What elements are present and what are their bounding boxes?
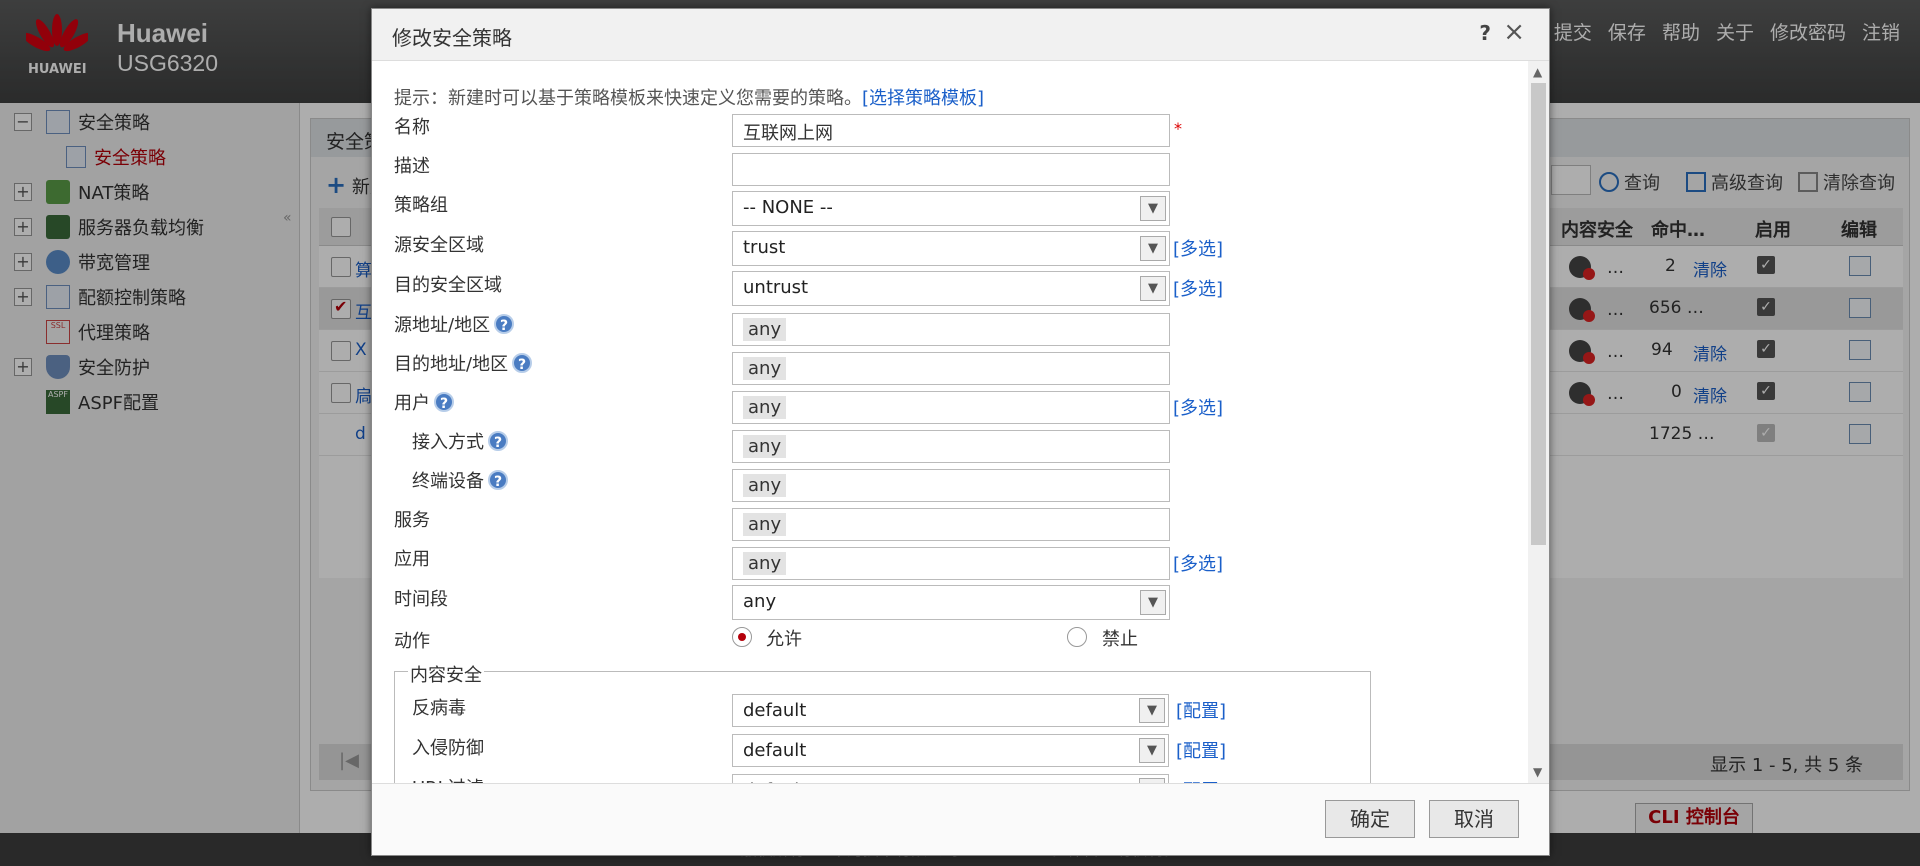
service-input[interactable]: any [732, 508, 1170, 541]
access-label: 接入方式? [412, 428, 508, 454]
scroll-down-icon[interactable]: ▼ [1533, 765, 1542, 779]
user-label-text: 用户 [394, 393, 430, 414]
ips-select[interactable]: default ▼ [732, 734, 1169, 767]
ips-label: 入侵防御 [412, 738, 484, 759]
dialog-title: 修改安全策略 [392, 26, 512, 50]
allow-radio[interactable] [732, 627, 752, 647]
dst-addr-input[interactable]: any [732, 352, 1170, 385]
dst-zone-multi-link[interactable]: [多选] [1173, 275, 1223, 301]
src-addr-label: 源地址/地区? [394, 311, 515, 337]
antivirus-label: 反病毒 [412, 698, 466, 719]
user-multi-link[interactable]: [多选] [1173, 394, 1223, 420]
select-template-link[interactable]: [选择策略模板] [862, 88, 984, 109]
allow-label: 允许 [766, 629, 802, 650]
action-label: 动作 [394, 631, 430, 652]
antivirus-select[interactable]: default ▼ [732, 694, 1169, 727]
dialog-header: 修改安全策略 ? × [372, 9, 1549, 61]
user-label: 用户? [394, 389, 454, 415]
app-multi-link[interactable]: [多选] [1173, 550, 1223, 576]
name-input[interactable]: 互联网上网 [732, 114, 1170, 147]
access-input[interactable]: any [732, 430, 1170, 463]
app-label: 应用 [394, 549, 430, 570]
edit-security-policy-dialog: 修改安全策略 ? × 提示：新建时可以基于策略模板来快速定义您需要的策略。[选择… [371, 8, 1550, 856]
deny-radio[interactable] [1067, 627, 1087, 647]
chevron-down-icon[interactable]: ▼ [1140, 236, 1166, 261]
url-filter-select[interactable]: default▼ [732, 774, 1169, 783]
deny-label: 禁止 [1102, 629, 1138, 650]
url-filter-label: URL过滤 [412, 774, 484, 783]
dst-addr-label-text: 目的地址/地区 [394, 354, 509, 375]
dst-zone-value: untrust [743, 277, 809, 298]
terminal-label-text: 终端设备 [412, 471, 484, 492]
ips-config-link[interactable]: [配置] [1176, 737, 1226, 763]
app-input[interactable]: any [732, 547, 1170, 580]
dst-addr-chip: any [743, 357, 787, 380]
help-icon[interactable]: ? [1479, 21, 1491, 45]
src-zone-multi-link[interactable]: [多选] [1173, 235, 1223, 261]
antivirus-value: default [743, 700, 807, 721]
service-chip: any [743, 513, 787, 536]
chevron-down-icon[interactable]: ▼ [1139, 698, 1165, 723]
access-chip: any [743, 435, 787, 458]
terminal-chip: any [743, 474, 787, 497]
src-zone-label: 源安全区域 [394, 235, 484, 256]
scroll-up-icon[interactable]: ▲ [1533, 65, 1542, 79]
dst-zone-label: 目的安全区域 [394, 275, 502, 296]
help-icon[interactable]: ? [488, 470, 508, 490]
ok-button[interactable]: 确定 [1325, 800, 1415, 838]
help-icon[interactable]: ? [494, 314, 515, 334]
cancel-button[interactable]: 取消 [1429, 800, 1519, 838]
help-icon[interactable]: ? [512, 353, 533, 373]
user-input[interactable]: any [732, 391, 1170, 424]
app-chip: any [743, 552, 787, 575]
dst-zone-select[interactable]: untrust ▼ [732, 271, 1170, 306]
time-value: any [743, 591, 777, 612]
dialog-body: 提示：新建时可以基于策略模板来快速定义您需要的策略。[选择策略模板] 名称 互联… [372, 61, 1530, 783]
src-addr-chip: any [743, 318, 787, 341]
close-icon[interactable]: × [1503, 17, 1525, 47]
dst-addr-label: 目的地址/地区? [394, 350, 533, 376]
src-zone-select[interactable]: trust ▼ [732, 231, 1170, 266]
src-zone-value: trust [743, 237, 786, 258]
dialog-scrollbar[interactable]: ▲ ▼ [1528, 61, 1549, 783]
src-addr-label-text: 源地址/地区 [394, 315, 491, 336]
scrollbar-thumb[interactable] [1531, 83, 1546, 545]
antivirus-config-link[interactable]: [配置] [1176, 697, 1226, 723]
policy-group-select[interactable]: -- NONE -- ▼ [732, 191, 1170, 226]
chevron-down-icon[interactable]: ▼ [1140, 590, 1166, 615]
name-label: 名称 [394, 117, 430, 138]
terminal-label: 终端设备? [412, 467, 508, 493]
src-addr-input[interactable]: any [732, 313, 1170, 346]
chevron-down-icon[interactable]: ▼ [1140, 196, 1166, 221]
policy-group-value: -- NONE -- [743, 197, 833, 218]
hint-text: 提示：新建时可以基于策略模板来快速定义您需要的策略。[选择策略模板] [394, 84, 984, 110]
chevron-down-icon[interactable]: ▼ [1139, 738, 1165, 763]
time-select[interactable]: any ▼ [732, 585, 1170, 620]
service-label: 服务 [394, 510, 430, 531]
help-icon[interactable]: ? [434, 392, 454, 412]
dialog-footer: 确定 取消 [372, 783, 1549, 855]
terminal-input[interactable]: any [732, 469, 1170, 502]
description-label: 描述 [394, 156, 430, 177]
help-icon[interactable]: ? [488, 431, 508, 451]
chevron-down-icon[interactable]: ▼ [1140, 276, 1166, 301]
content-security-legend: 内容安全 [408, 661, 484, 687]
access-label-text: 接入方式 [412, 432, 484, 453]
time-label: 时间段 [394, 589, 448, 610]
required-mark: * [1174, 119, 1182, 138]
policy-group-label: 策略组 [394, 195, 448, 216]
user-chip: any [743, 396, 787, 419]
description-input[interactable] [732, 153, 1170, 186]
ips-value: default [743, 740, 807, 761]
hint-prefix: 提示：新建时可以基于策略模板来快速定义您需要的策略。 [394, 88, 862, 109]
